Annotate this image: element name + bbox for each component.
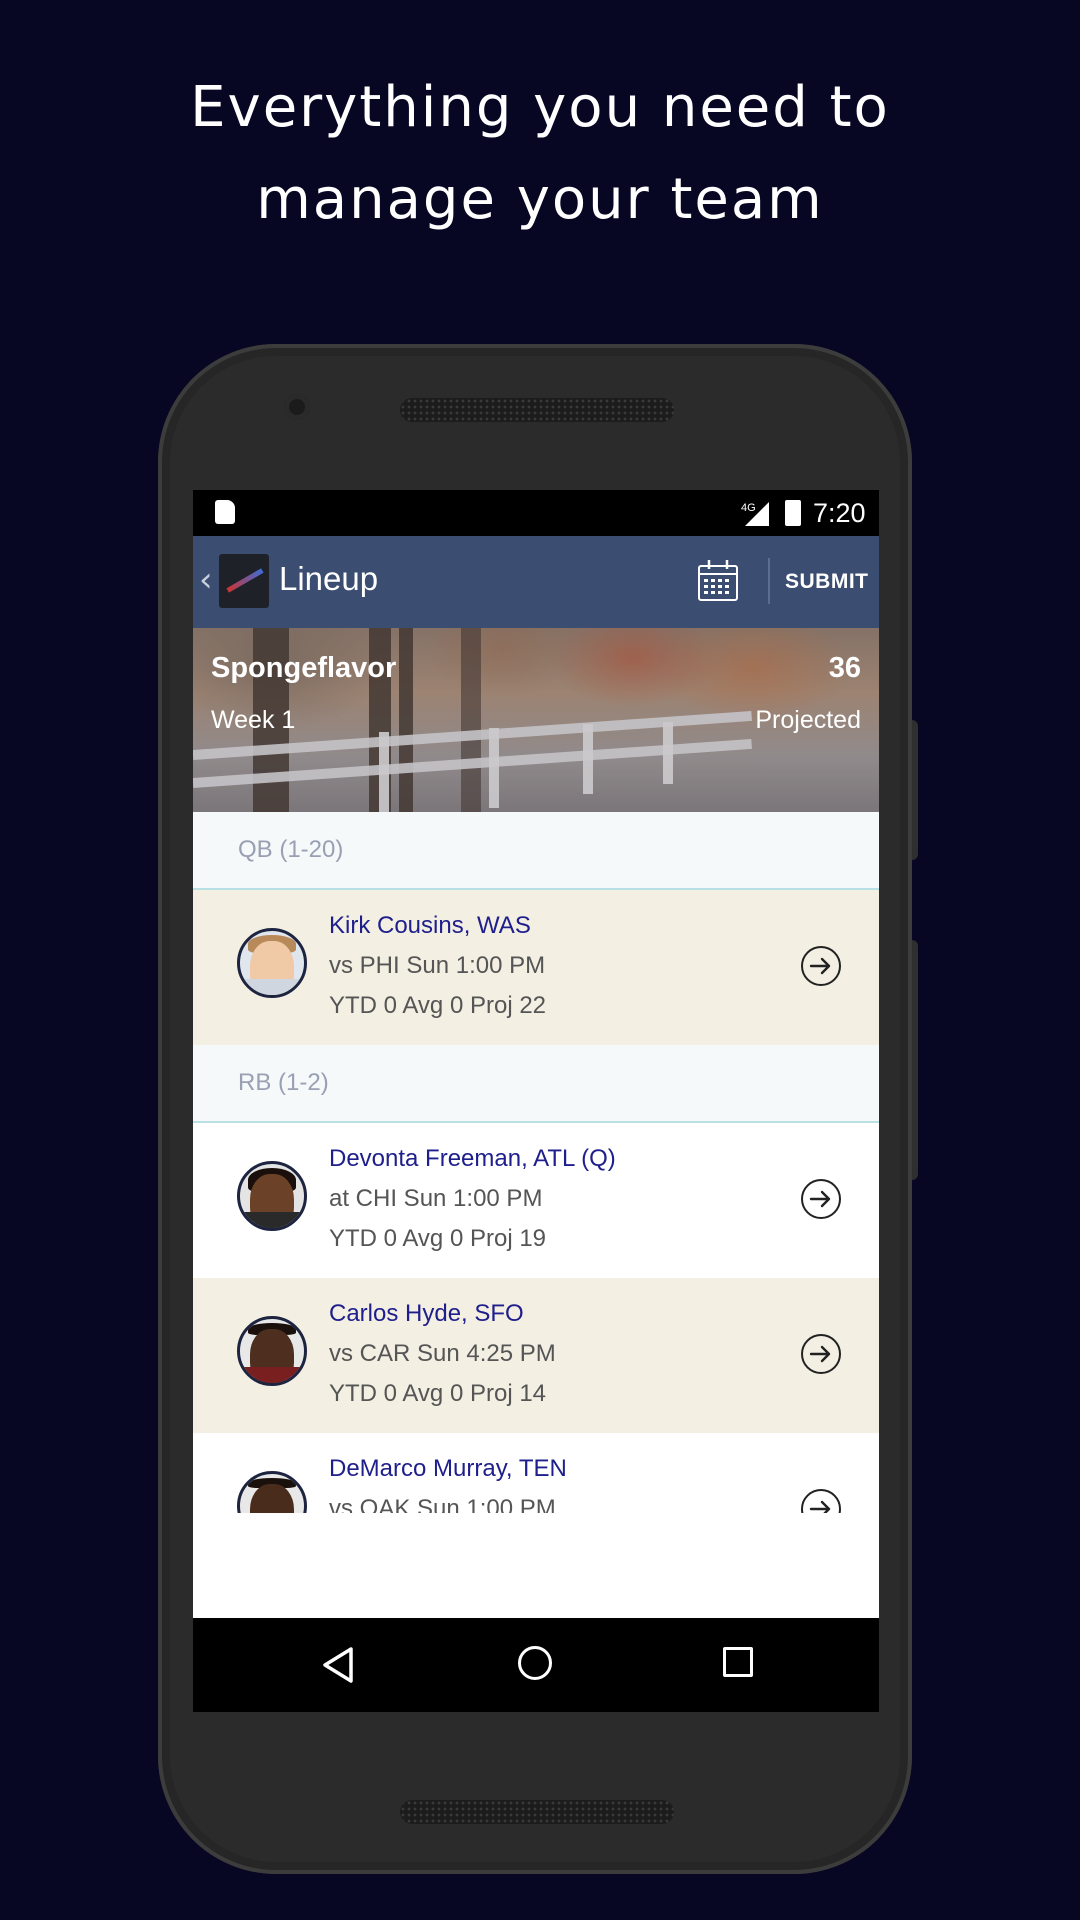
section-title: RB (1-2) bbox=[238, 1069, 329, 1096]
section-header-qb: QB (1-20) bbox=[193, 812, 879, 890]
player-row[interactable]: Devonta Freeman, ATL (Q) at CHI Sun 1:00… bbox=[193, 1123, 879, 1279]
arrow-right-circle-icon[interactable] bbox=[801, 1334, 841, 1374]
player-game: vs CAR Sun 4:25 PM bbox=[329, 1340, 556, 1367]
player-avatar bbox=[237, 1161, 307, 1231]
section-title: QB (1-20) bbox=[238, 836, 344, 863]
sd-card-icon bbox=[215, 500, 235, 524]
battery-icon bbox=[785, 500, 801, 526]
top-speaker bbox=[400, 398, 674, 422]
section-header-rb: RB (1-2) bbox=[193, 1045, 879, 1123]
status-time: 7:20 bbox=[813, 498, 866, 528]
nav-home-icon[interactable] bbox=[518, 1646, 552, 1680]
week-label: Week 1 bbox=[211, 706, 296, 734]
arrow-right-circle-icon[interactable] bbox=[801, 1489, 841, 1513]
player-game: at CHI Sun 1:00 PM bbox=[329, 1185, 543, 1212]
android-nav-bar bbox=[193, 1618, 879, 1712]
chevron-left-icon[interactable]: ‹ bbox=[199, 560, 213, 600]
projected-label: Projected bbox=[755, 706, 861, 734]
team-banner: Spongeflavor Week 1 36 Projected bbox=[193, 628, 879, 812]
nav-recents-icon[interactable] bbox=[723, 1647, 753, 1677]
submit-button[interactable]: SUBMIT bbox=[785, 570, 869, 594]
appbar-divider bbox=[768, 558, 770, 604]
player-stats: YTD 0 Avg 0 Proj 19 bbox=[329, 1225, 547, 1252]
player-avatar bbox=[237, 1316, 307, 1386]
player-name[interactable]: Carlos Hyde, SFO bbox=[329, 1300, 524, 1328]
app-bar: ‹ Lineup SUBMIT bbox=[193, 536, 879, 628]
page-title: Lineup bbox=[279, 560, 379, 597]
player-name[interactable]: Devonta Freeman, ATL (Q) bbox=[329, 1145, 616, 1173]
player-game: vs OAK Sun 1:00 PM bbox=[329, 1495, 556, 1513]
player-name[interactable]: Kirk Cousins, WAS bbox=[329, 912, 531, 940]
bottom-speaker bbox=[400, 1800, 674, 1824]
player-avatar bbox=[237, 928, 307, 998]
player-row[interactable]: Kirk Cousins, WAS vs PHI Sun 1:00 PM YTD… bbox=[193, 890, 879, 1046]
status-bar: 4G 7:20 bbox=[193, 490, 879, 536]
calendar-icon[interactable] bbox=[697, 558, 739, 602]
headline-line-1: Everything you need to bbox=[190, 75, 890, 140]
projected-points: 36 bbox=[828, 652, 861, 684]
arrow-right-circle-icon[interactable] bbox=[801, 1179, 841, 1219]
promo-headline: Everything you need to manage your team bbox=[0, 62, 1080, 246]
headline-line-2: manage your team bbox=[256, 167, 824, 232]
player-name[interactable]: DeMarco Murray, TEN bbox=[329, 1455, 567, 1483]
phone-screen: 4G 7:20 ‹ Lineup SUBMIT Spongeflavor Wee… bbox=[193, 490, 879, 1712]
team-name: Spongeflavor bbox=[211, 652, 397, 684]
network-type: 4G bbox=[741, 502, 756, 514]
player-avatar bbox=[237, 1471, 307, 1513]
player-stats: YTD 0 Avg 0 Proj 14 bbox=[329, 1380, 547, 1407]
player-stats: YTD 0 Avg 0 Proj 22 bbox=[329, 992, 547, 1019]
front-camera bbox=[284, 394, 310, 420]
nav-back-icon[interactable] bbox=[321, 1646, 355, 1684]
player-row[interactable]: Carlos Hyde, SFO vs CAR Sun 4:25 PM YTD … bbox=[193, 1278, 879, 1434]
player-game: vs PHI Sun 1:00 PM bbox=[329, 952, 546, 979]
player-row[interactable]: DeMarco Murray, TEN vs OAK Sun 1:00 PM bbox=[193, 1433, 879, 1513]
arrow-right-circle-icon[interactable] bbox=[801, 946, 841, 986]
team-logo[interactable] bbox=[219, 554, 269, 608]
